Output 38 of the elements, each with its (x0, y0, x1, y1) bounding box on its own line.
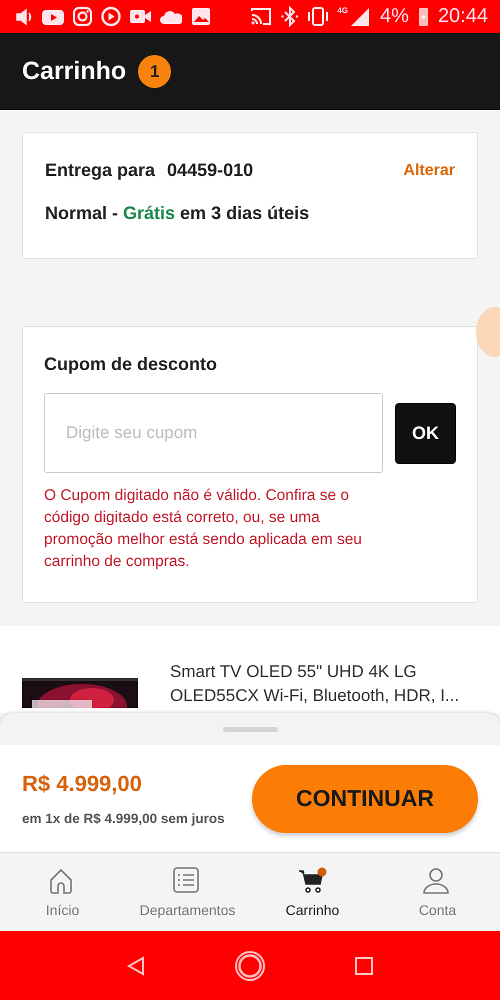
shipping-price: Grátis (123, 203, 176, 224)
shipping-time: em 3 dias úteis (180, 203, 310, 224)
error-message: O Cupom digitado não é válido. Confira se o código digitado está correto, ou, se uma promoção melhor está sendo aplicada em seu carrinho de compras. (44, 486, 363, 572)
play-circle-icon (101, 6, 121, 27)
user-icon (423, 867, 452, 895)
tab-item[interactable]: Conta (375, 853, 500, 931)
tab-item[interactable]: Início (0, 853, 125, 931)
home-button-icon[interactable] (234, 950, 266, 982)
continue-button[interactable]: CONTINUAR (252, 764, 478, 832)
tab-item[interactable]: Carrinho (250, 853, 375, 931)
camera-icon (73, 6, 92, 27)
coupon-title: Cupom de desconto (44, 354, 218, 375)
list-icon (173, 867, 202, 895)
tab-item[interactable]: Departamentos (125, 853, 250, 931)
volume-icon (15, 6, 33, 26)
back-icon[interactable] (126, 954, 146, 976)
zip-code: 04459-010 (167, 160, 254, 181)
installment-info: em 1x de R$ 4.999,00 sem juros (22, 811, 225, 826)
product-name[interactable]: Smart TV OLED 55" UHD 4K LG OLED55CX Wi-Fi, Bluetooth, HDR, I... (170, 660, 478, 713)
coupon-field[interactable]: Digite seu cupom (44, 393, 383, 473)
cast-icon (250, 6, 272, 27)
recent-apps-icon[interactable] (354, 956, 374, 976)
battery-icon (418, 6, 429, 27)
bluetooth-icon (281, 6, 300, 27)
image-icon (191, 6, 211, 27)
ok-button[interactable]: OK (395, 402, 456, 464)
clock: 20:44 (438, 5, 488, 28)
total-price: R$ 4.999,00 (22, 771, 143, 797)
change-link[interactable]: Alterar (403, 162, 455, 180)
page-title: Carrinho (22, 57, 126, 86)
signal-icon (349, 6, 372, 27)
cart-count-badge: 1 (138, 55, 172, 88)
network-type: 4G (337, 6, 348, 15)
battery-level: 4% (380, 5, 409, 28)
vibrate-icon (308, 6, 328, 27)
shipping-method: Normal - (45, 203, 118, 224)
drag-handle[interactable] (222, 726, 278, 732)
delivery-label: Entrega para (45, 160, 156, 181)
